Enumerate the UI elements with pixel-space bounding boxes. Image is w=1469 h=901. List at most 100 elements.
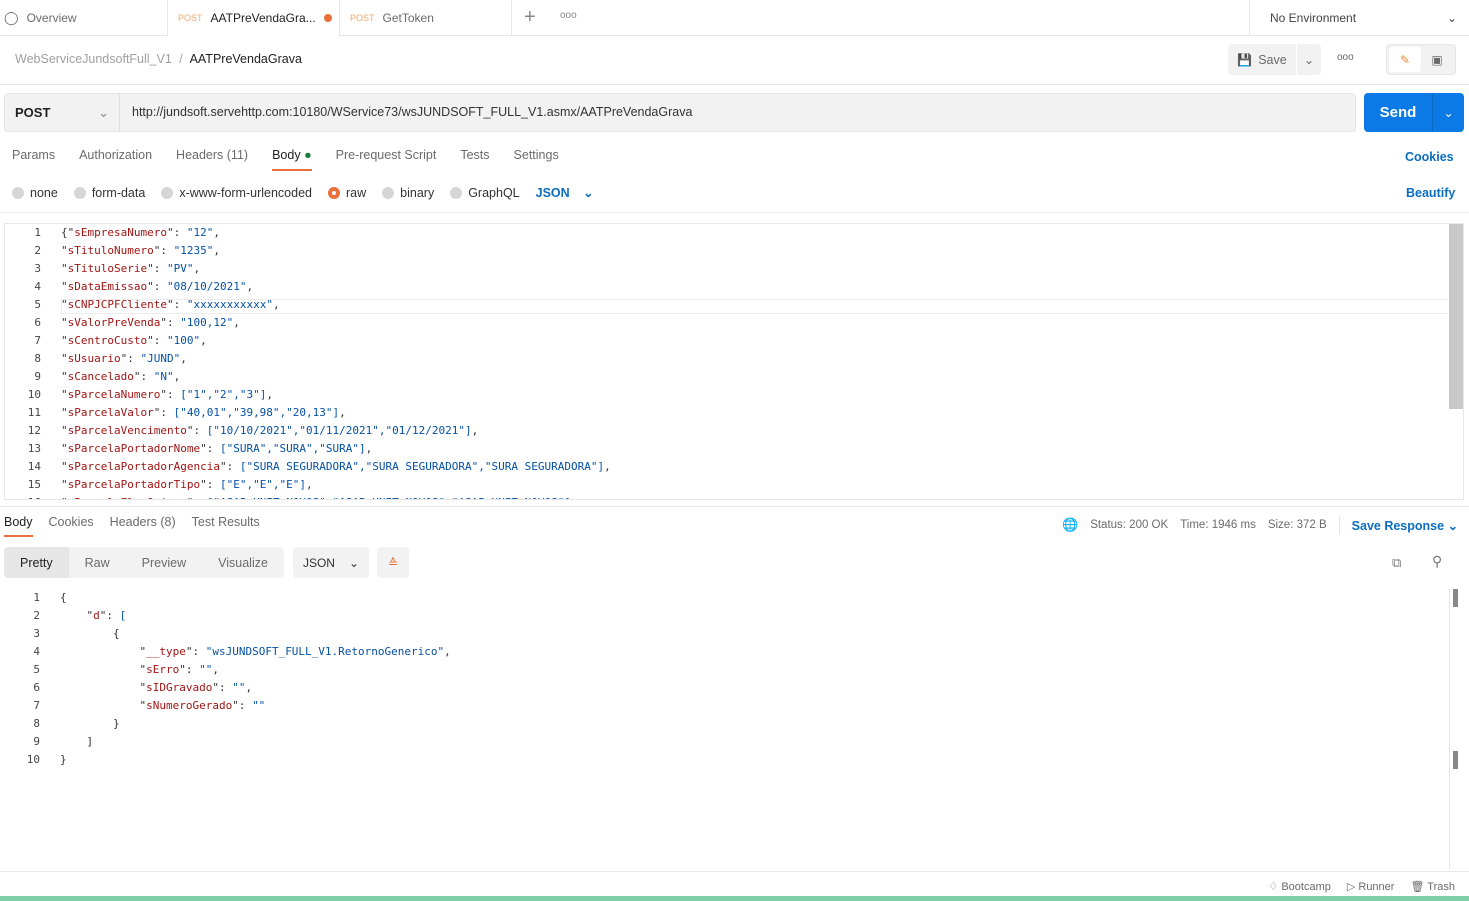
code-token: ": [153,244,174,257]
line-number: 13 [27,442,41,455]
footer-runner[interactable]: ▷ Runner [1347,880,1395,893]
radio-none[interactable]: none [12,186,58,200]
url-bar: POST ⌄ http://jundsoft.servehttp.com:1018… [4,93,1356,132]
code-line: 5 "sErro": "", [4,661,1450,679]
status-code[interactable]: Status: 200 OK [1090,519,1168,531]
radio-raw[interactable]: raw [328,186,366,200]
send-options-chevron-icon[interactable]: ⌄ [1432,93,1464,132]
tab-headers[interactable]: Headers (11) [176,148,248,171]
code-text: } [42,715,120,733]
body-type-radios: none form-data x-www-form-urlencoded raw… [12,185,594,200]
footer-trash[interactable]: 🗑 Trash [1410,880,1455,893]
code-token: sTituloNumero [67,244,154,257]
method-label: POST [15,105,51,120]
view-raw[interactable]: Raw [69,547,126,578]
code-token: ": [160,388,181,401]
view-pretty[interactable]: Pretty [4,547,69,578]
new-tab-plus-icon[interactable]: + [524,6,536,29]
code-token: ["E","E","E"] [219,478,307,491]
save-options-chevron-icon[interactable]: ⌄ [1297,44,1321,75]
comment-icon[interactable]: ▣ [1421,53,1453,67]
pencil-icon[interactable]: ✎ [1389,47,1421,72]
code-text: "sUsuario": "JUND", [43,350,187,368]
code-text: "sParcelaVencimento": ["10/10/2021","01/… [43,422,478,440]
search-icon[interactable]: ⚲ [1432,553,1442,570]
tab-body[interactable]: Body ● [272,148,312,171]
code-token: , [444,645,451,658]
request-body-editor[interactable]: 1 {"sEmpresaNumero": "12", 2 "sTituloNumero… [4,223,1464,500]
tab-response-cookies[interactable]: Cookies [49,515,94,537]
code-token: "PV" [166,262,194,275]
code-token: " [60,645,147,658]
code-token: " [61,424,68,437]
code-token: " [61,460,68,473]
tab-tests[interactable]: Tests [460,148,489,171]
breadcrumb-collection[interactable]: WebServiceJundsoftFull_V1 [15,52,172,66]
code-token: "N" [153,370,174,383]
radio-label: form-data [91,185,146,200]
globe-icon[interactable]: 🌐 [1062,517,1078,533]
wrap-lines-icon[interactable]: ≙ [377,547,409,578]
beautify-link[interactable]: Beautify [1406,186,1455,200]
code-text: "__type": "wsJUNDSOFT_FULL_V1.RetornoGen… [42,643,451,661]
radio-binary[interactable]: binary [382,186,434,200]
footer-bootcamp[interactable]: ♢ Bootcamp [1268,880,1330,893]
save-response-label: Save Response [1351,518,1445,533]
radio-form-data[interactable]: form-data [73,185,146,200]
line-number: 2 [33,609,40,622]
tab-request[interactable]: POST GetToken [340,0,512,36]
code-line: 16"sParcelaFlagOrigem": ["ASAP UNIT NOVO… [5,494,1463,499]
view-toggle: ✎ ▣ [1386,44,1456,75]
tab-response-body[interactable]: Body [4,515,33,537]
radio-graphql[interactable]: GraphQL [450,186,520,200]
body-format-select[interactable]: JSON ⌄ [536,185,594,200]
send-button[interactable]: Send ⌄ [1364,93,1464,132]
view-preview[interactable]: Preview [126,547,202,578]
editor-scrollbar[interactable] [1449,224,1463,409]
response-scrollbar[interactable] [1453,589,1458,607]
code-token: , [339,406,346,419]
code-token: " [61,370,68,383]
code-token: sValorPreVenda [67,316,161,329]
radio-x-www-form-urlencoded[interactable]: x-www-form-urlencoded [161,186,312,200]
copy-icon[interactable]: ⧉ [1392,555,1401,571]
code-token: sParcelaFlagOrigem [68,496,187,499]
tab-test-results[interactable]: Test Results [192,515,260,537]
tab-response-headers[interactable]: Headers (8) [110,515,176,537]
more-options-icon[interactable]: ooo [1337,52,1354,63]
code-line: 8 "sUsuario": "JUND", [5,350,1463,368]
tab-settings[interactable]: Settings [514,148,559,171]
code-token: "" [232,681,246,694]
cookies-link[interactable]: Cookies [1405,150,1454,164]
line-number: 1 [34,226,41,239]
code-line: 3 "sTituloSerie": "PV", [5,260,1463,278]
tab-overview[interactable]: ◯ Overview [0,0,168,36]
line-number: 7 [34,334,41,347]
code-token: sParcelaPortadorTipo [67,478,201,491]
code-token: , [212,663,219,676]
tab-request-active[interactable]: POST AATPreVendaGra... [168,0,340,37]
breadcrumb: WebServiceJundsoftFull_V1 / AATPreVendaG… [15,52,302,66]
environment-select[interactable]: No Environment ⌄ [1249,0,1469,36]
more-tabs-icon[interactable]: ooo [560,10,577,21]
response-time[interactable]: Time: 1946 ms [1180,519,1256,531]
code-token: sNumeroGerado [146,699,233,712]
breadcrumb-request[interactable]: AATPreVendaGrava [190,52,302,66]
radio-circle [382,186,395,199]
code-token: __type [146,645,186,658]
save-response-button[interactable]: Save Response ⌄ [1352,518,1458,533]
url-input[interactable]: http://jundsoft.servehttp.com:10180/WSer… [132,105,692,119]
tab-pre-request-script[interactable]: Pre-request Script [336,148,437,171]
method-select[interactable]: POST ⌄ [5,94,120,131]
save-button[interactable]: 💾 Save [1228,44,1296,75]
response-body-viewer[interactable]: 1{2 "d": [3 {4 "__type": "wsJUNDSOFT_FUL… [4,589,1458,869]
view-visualize[interactable]: Visualize [202,547,284,578]
tab-params[interactable]: Params [12,148,55,171]
response-scrollbar-thumb[interactable] [1453,751,1458,769]
response-size[interactable]: Size: 372 B [1268,519,1327,531]
tab-authorization[interactable]: Authorization [79,148,152,171]
response-format-select[interactable]: JSON ⌄ [293,547,369,578]
code-token: ": [160,316,181,329]
line-number: 8 [33,717,40,730]
